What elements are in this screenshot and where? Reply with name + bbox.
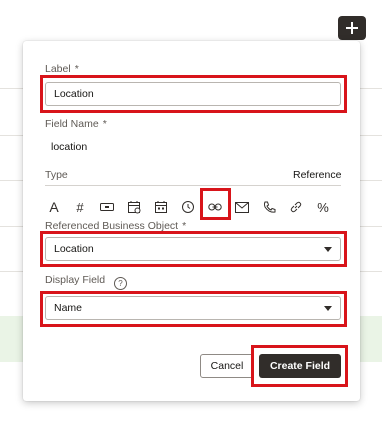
chevron-down-icon: [324, 246, 332, 252]
type-divider: [45, 185, 341, 186]
time-icon[interactable]: [179, 199, 197, 215]
chevron-down-icon: [324, 305, 332, 311]
help-icon[interactable]: ?: [114, 277, 127, 290]
plus-icon: [346, 22, 358, 34]
email-icon[interactable]: [233, 199, 251, 215]
link-icon[interactable]: [206, 199, 224, 215]
cancel-button[interactable]: Cancel: [200, 354, 254, 378]
percent-icon[interactable]: %: [314, 199, 332, 215]
type-label: Type: [45, 169, 68, 181]
display-field-label: Display Field: [45, 274, 106, 286]
date-icon[interactable]: [125, 199, 143, 215]
referenced-business-object-value: Location: [54, 243, 94, 255]
add-button[interactable]: [338, 16, 366, 40]
url-icon[interactable]: [287, 199, 305, 215]
referenced-business-object-label: Referenced Business Object *: [45, 220, 187, 232]
currency-icon[interactable]: [98, 199, 116, 215]
display-field-value: Name: [54, 302, 83, 314]
label-input[interactable]: Location: [45, 82, 341, 106]
referenced-business-object-select[interactable]: Location: [45, 237, 341, 261]
display-field-select[interactable]: Name: [45, 296, 341, 320]
create-field-button[interactable]: Create Field: [259, 354, 341, 378]
selected-type-name: Reference: [293, 169, 342, 181]
field-name-label: Field Name *: [45, 118, 107, 130]
label-input-value: Location: [54, 88, 94, 100]
calendar-icon[interactable]: [152, 199, 170, 215]
field-name-value: location: [51, 141, 88, 153]
phone-icon[interactable]: [260, 199, 278, 215]
text-icon[interactable]: A: [45, 199, 63, 215]
label-field-label: Label *: [45, 63, 79, 75]
number-icon[interactable]: #: [71, 199, 89, 215]
